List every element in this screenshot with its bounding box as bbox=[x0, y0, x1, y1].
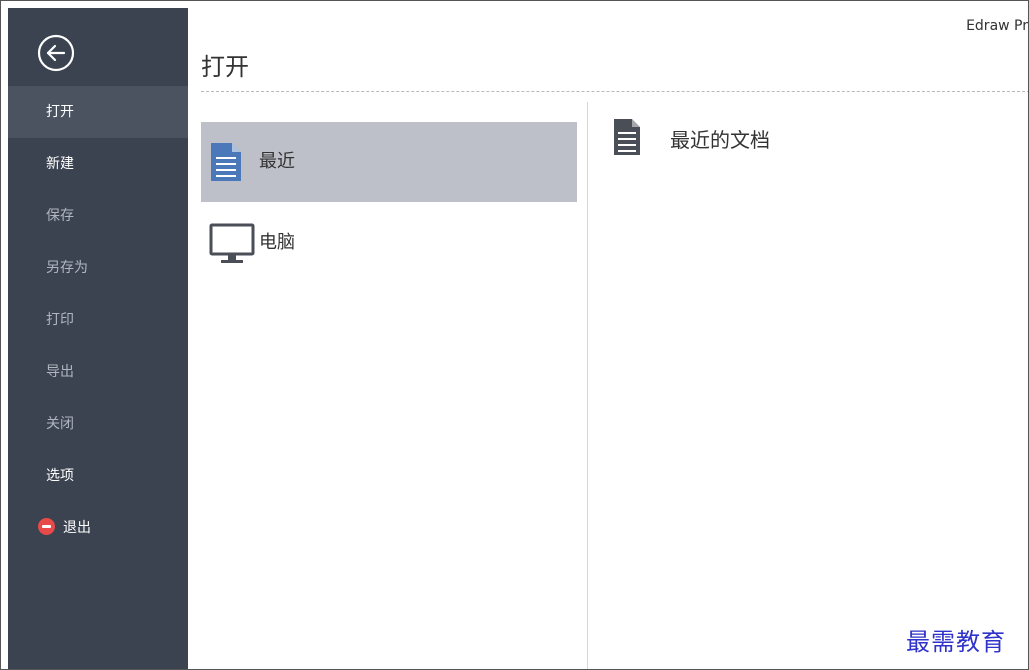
sidebar-item-label: 保存 bbox=[46, 208, 74, 224]
sidebar-item-save-as[interactable]: 另存为 bbox=[8, 242, 188, 294]
app-title: Edraw Pr bbox=[966, 18, 1028, 34]
column-divider bbox=[587, 102, 588, 669]
sidebar-item-open[interactable]: 打开 bbox=[8, 86, 188, 138]
sidebar-nav: 打开 新建 保存 另存为 打印 导出 关闭 选项 退出 bbox=[8, 86, 188, 554]
sidebar-item-options[interactable]: 选项 bbox=[8, 450, 188, 502]
sidebar-item-exit[interactable]: 退出 bbox=[8, 502, 188, 554]
document-icon bbox=[209, 142, 243, 186]
page-title: 打开 bbox=[201, 53, 249, 81]
title-divider bbox=[201, 91, 1028, 92]
sidebar-item-new[interactable]: 新建 bbox=[8, 138, 188, 190]
backstage-sidebar: 打开 新建 保存 另存为 打印 导出 关闭 选项 退出 bbox=[8, 8, 188, 669]
location-recent[interactable]: 最近 bbox=[201, 122, 577, 202]
app-window: 打开 新建 保存 另存为 打印 导出 关闭 选项 退出 Edraw Pr 打开 … bbox=[0, 0, 1029, 670]
sidebar-item-label: 关闭 bbox=[46, 416, 74, 432]
sidebar-item-label: 新建 bbox=[46, 156, 74, 172]
sidebar-item-label: 退出 bbox=[63, 520, 91, 536]
location-label: 最近 bbox=[259, 151, 295, 172]
monitor-icon bbox=[209, 223, 255, 271]
sidebar-item-label: 打印 bbox=[46, 312, 74, 328]
watermark-text: 最需教育 bbox=[906, 628, 1006, 656]
exit-icon bbox=[38, 517, 55, 535]
sidebar-item-save[interactable]: 保存 bbox=[8, 190, 188, 242]
sidebar-item-label: 导出 bbox=[46, 364, 74, 380]
sidebar-item-close[interactable]: 关闭 bbox=[8, 398, 188, 450]
sidebar-item-label: 另存为 bbox=[46, 260, 88, 276]
location-computer[interactable]: 电脑 bbox=[201, 203, 577, 283]
sidebar-item-label: 选项 bbox=[46, 468, 74, 484]
document-icon bbox=[613, 118, 641, 160]
back-arrow-circle-icon bbox=[37, 34, 75, 72]
recent-documents-title: 最近的文档 bbox=[670, 128, 770, 152]
sidebar-item-label: 打开 bbox=[46, 104, 74, 120]
back-button[interactable] bbox=[36, 33, 76, 73]
sidebar-item-print[interactable]: 打印 bbox=[8, 294, 188, 346]
location-label: 电脑 bbox=[259, 232, 295, 253]
sidebar-item-export[interactable]: 导出 bbox=[8, 346, 188, 398]
